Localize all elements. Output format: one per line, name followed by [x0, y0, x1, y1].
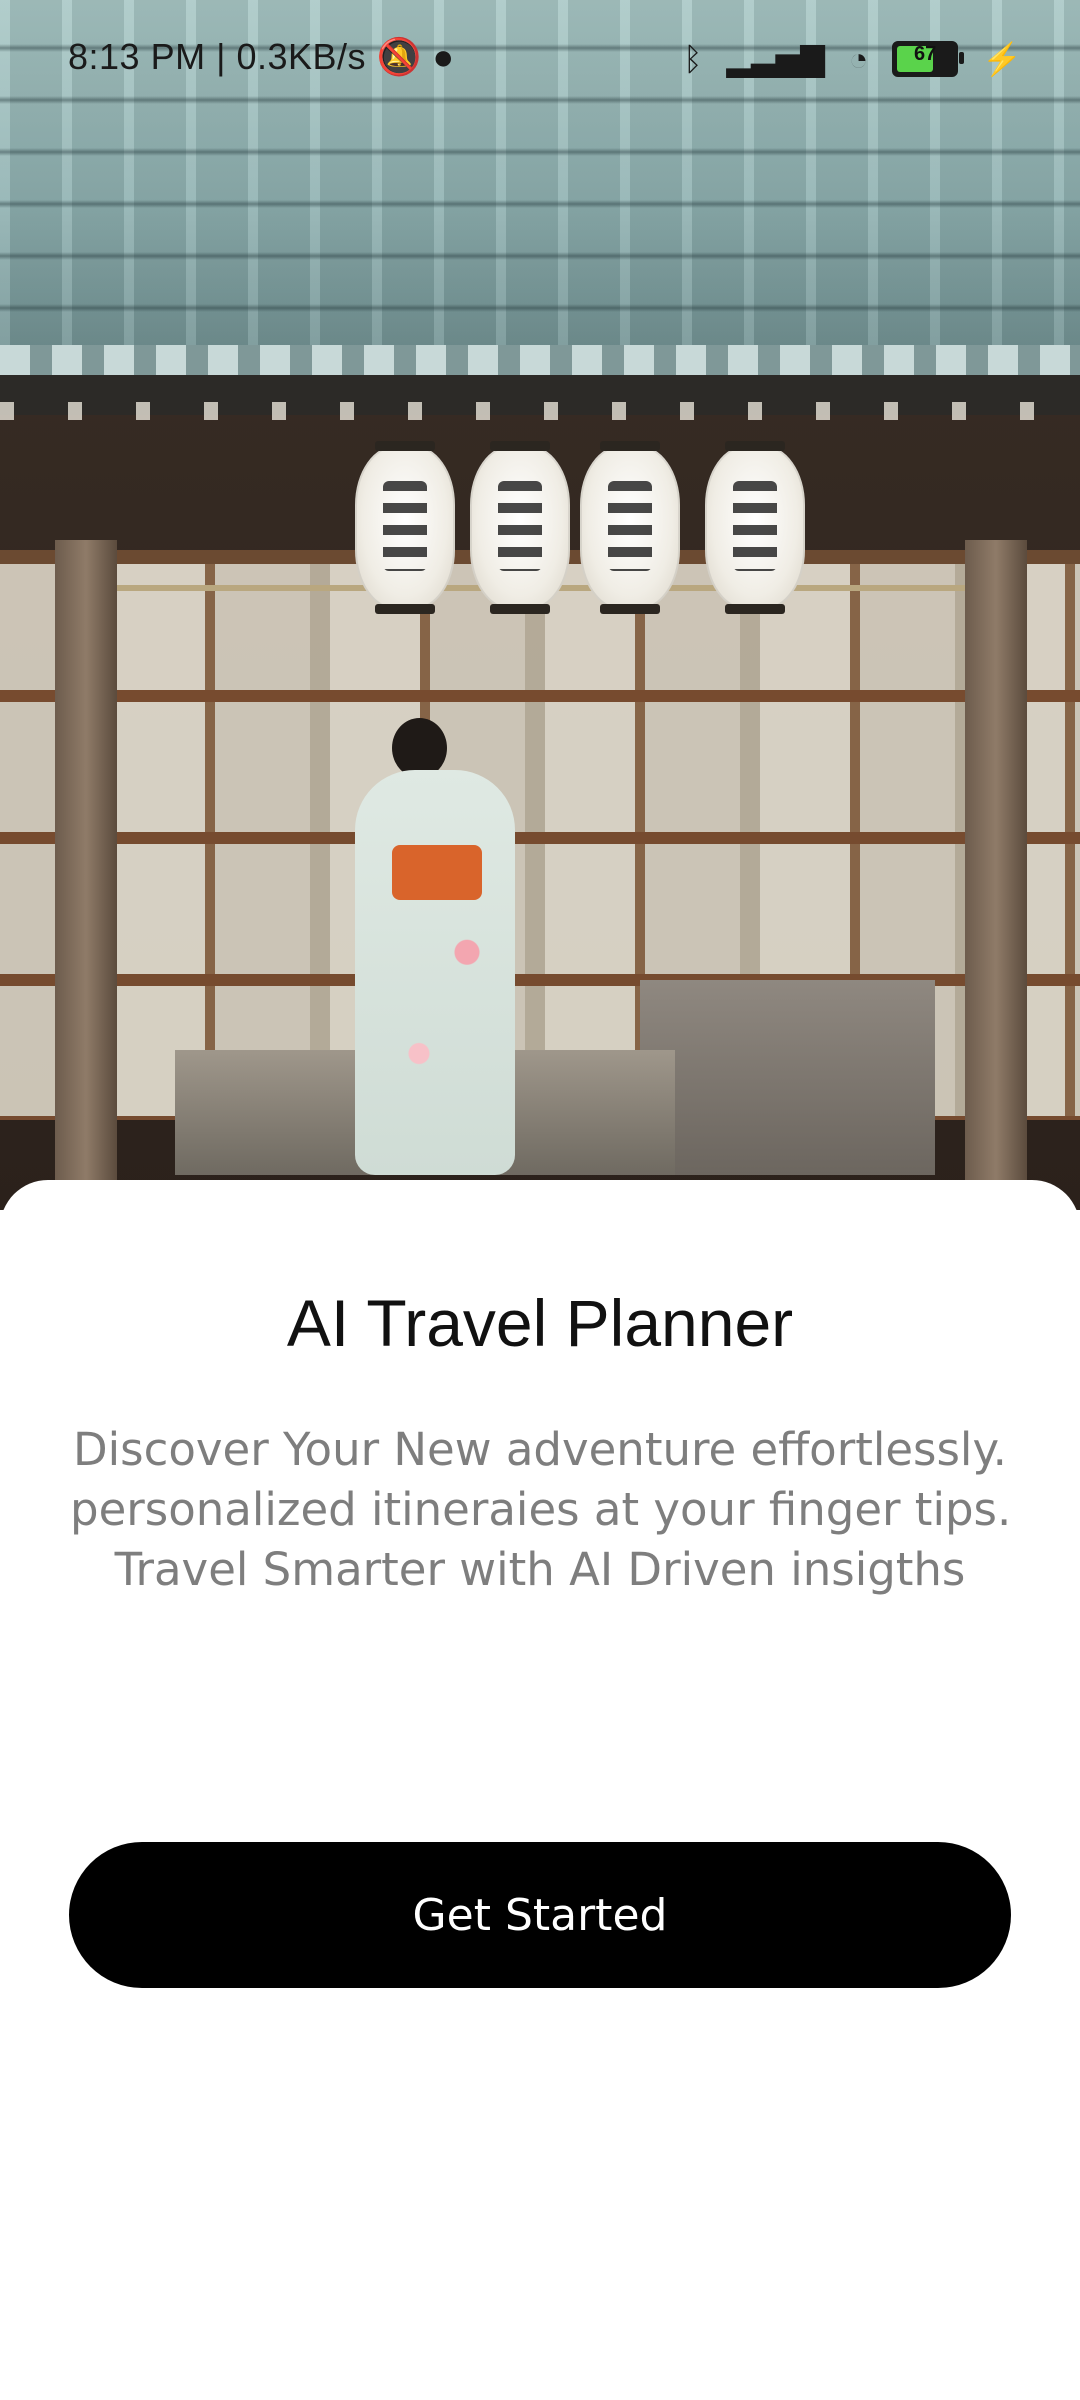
- left-pillar: [55, 540, 117, 1180]
- signal-icon: ▂▃▅▇: [726, 41, 825, 77]
- charging-icon: ⚡: [982, 41, 1022, 77]
- description-line: personalized itineraies at your finger t…: [70, 1483, 1012, 1536]
- get-started-button[interactable]: Get Started: [69, 1842, 1011, 1988]
- bluetooth-icon: ᛒ: [683, 40, 703, 77]
- woman-in-kimono: [355, 770, 515, 1175]
- status-time: 8:13 PM: [68, 36, 206, 77]
- status-icons: ᛒ ▂▃▅▇ ◔ 67 ⚡: [683, 40, 1022, 78]
- notification-muted-icon: 🔕: [376, 36, 422, 77]
- right-pillar: [965, 540, 1027, 1180]
- chat-bubble-icon: ●: [432, 36, 455, 77]
- woman-head: [392, 718, 447, 778]
- network-speed: 0.3KB/s: [236, 36, 367, 77]
- paper-lantern: [470, 441, 570, 614]
- battery-icon: 67: [892, 41, 965, 77]
- paper-lantern: [580, 441, 680, 614]
- description-line: Discover Your New adventure effortlessly…: [73, 1423, 1007, 1476]
- page-title: AI Travel Planner: [286, 1286, 794, 1360]
- stone-block: [640, 980, 935, 1175]
- wifi-icon: ◔: [848, 40, 869, 77]
- eave-ornaments: [0, 402, 1080, 420]
- status-time-speed: 8:13 PM | 0.3KB/s 🔕 ●: [68, 36, 455, 77]
- description-line: Travel Smarter with AI Driven insigths: [114, 1543, 966, 1596]
- kimono-obi: [392, 845, 482, 900]
- battery-level: 67: [914, 43, 937, 65]
- status-bar: 8:13 PM | 0.3KB/s 🔕 ● ᛒ ▂▃▅▇ ◔ 67 ⚡: [0, 0, 1080, 120]
- roof-edge: [0, 345, 1080, 375]
- hero-image: [0, 0, 1080, 1210]
- paper-lantern: [705, 441, 805, 614]
- description: Discover Your New adventure effortlessly…: [70, 1420, 1012, 1600]
- paper-lantern: [355, 441, 455, 614]
- content-card: [0, 1180, 1080, 2400]
